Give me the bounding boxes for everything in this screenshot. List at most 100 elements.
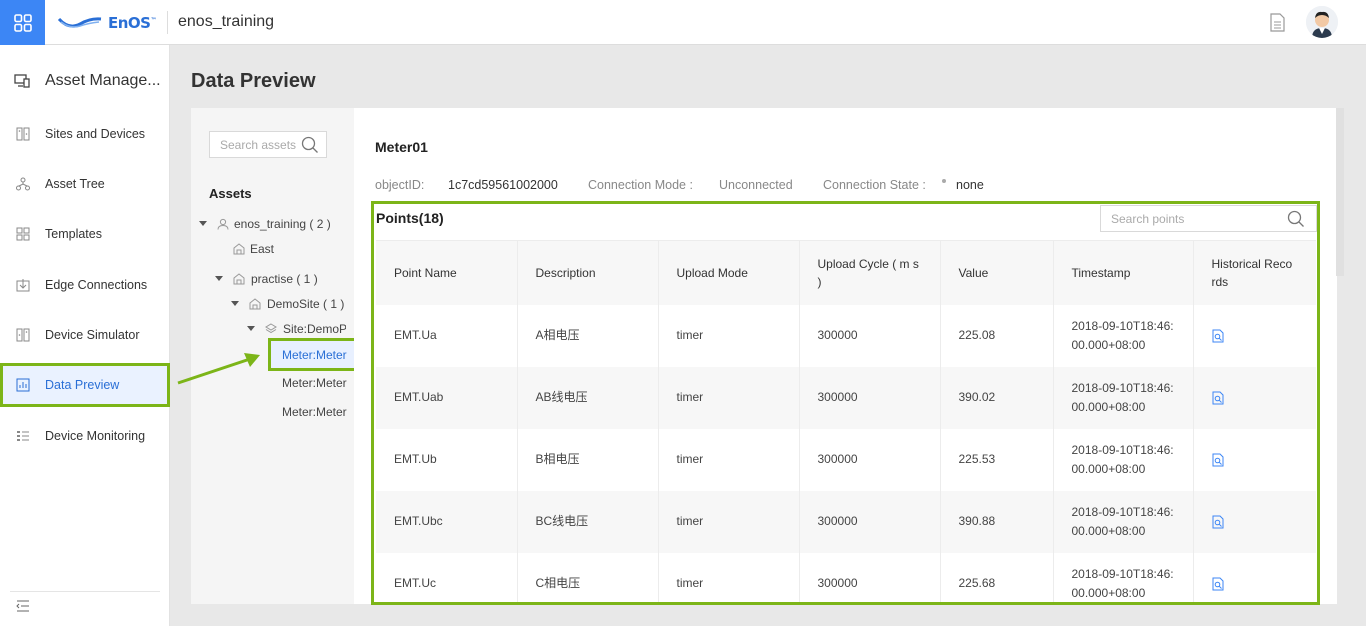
search-icon[interactable] <box>1287 210 1305 228</box>
sidebar-item-device-simulator[interactable]: Device Simulator <box>0 313 170 357</box>
timestamp-line: 00.000+08:00 <box>1071 523 1146 538</box>
point-name: EMT.Ua <box>376 304 518 367</box>
tree-node-practise[interactable]: practise ( 1 ) <box>215 271 345 289</box>
points-table: Point Name Description Upload Mode Uploa… <box>376 240 1316 603</box>
column-header-description[interactable]: Description <box>517 240 659 305</box>
building-icon <box>249 298 261 310</box>
tree-node-enos-training[interactable]: enos_training ( 2 ) <box>199 216 349 234</box>
timestamp: 2018-09-10T18:46: 00.000+08:00 <box>1053 490 1194 553</box>
upload-cycle: 300000 <box>799 490 941 553</box>
column-header-timestamp[interactable]: Timestamp <box>1053 240 1194 305</box>
caret-down-icon[interactable] <box>231 301 239 306</box>
historical-records-cell <box>1193 553 1316 603</box>
collapse-sidebar-icon[interactable] <box>16 600 30 612</box>
timestamp-line: 00.000+08:00 <box>1071 461 1146 476</box>
tree-node-meter-selected[interactable]: Meter:Meter <box>268 338 359 371</box>
enos-logo[interactable]: EnOS™ <box>58 12 156 34</box>
sidebar-section-asset-management[interactable]: Asset Manage... <box>0 63 170 99</box>
timestamp-line: 00.000+08:00 <box>1071 399 1146 414</box>
tree-node-demosite[interactable]: DemoSite ( 1 ) <box>231 296 351 314</box>
timestamp: 2018-09-10T18:46: 00.000+08:00 <box>1053 366 1194 429</box>
point-description: AB线电压 <box>517 366 659 429</box>
tree-node-site-demo[interactable]: Site:DemoPr <box>247 321 346 339</box>
avatar-icon <box>1306 6 1338 38</box>
grid-icon <box>13 13 32 32</box>
device-name: Meter01 <box>375 139 428 155</box>
tree-node-meter[interactable]: Meter:Meter <box>282 376 347 390</box>
point-name: EMT.Ub <box>376 428 518 491</box>
status-dot <box>942 179 946 183</box>
sidebar-item-data-preview[interactable]: Data Preview <box>0 363 170 407</box>
points-search-input[interactable] <box>1101 206 1281 231</box>
historical-records-cell <box>1193 429 1316 491</box>
points-search-box[interactable] <box>1100 205 1317 232</box>
search-icon[interactable] <box>301 136 319 154</box>
column-header-upload-mode[interactable]: Upload Mode <box>658 240 800 305</box>
upload-mode: timer <box>658 428 800 491</box>
sidebar-item-asset-tree[interactable]: Asset Tree <box>0 162 170 206</box>
point-description: BC线电压 <box>517 490 659 553</box>
tree-icon <box>16 177 30 191</box>
column-header-historical-records[interactable]: Historical Reco rds <box>1193 240 1316 305</box>
tree-node-label: practise ( 1 ) <box>251 272 318 286</box>
sidebar-section-title: Asset Manage... <box>45 72 161 89</box>
column-header-value[interactable]: Value <box>940 240 1054 305</box>
sidebar-item-label: Device Monitoring <box>45 429 146 443</box>
user-icon <box>217 218 229 230</box>
point-description: A相电压 <box>517 304 659 367</box>
timestamp-line: 2018-09-10T18:46: <box>1071 504 1174 519</box>
edge-icon <box>16 279 30 292</box>
column-header-point-name[interactable]: Point Name <box>376 240 518 305</box>
points-title: Points(18) <box>376 210 444 226</box>
tree-node-label: DemoSite ( 1 ) <box>267 297 345 311</box>
sidebar-item-sites-and-devices[interactable]: Sites and Devices <box>0 112 170 156</box>
tree-node-label: Meter:Meter <box>282 348 347 362</box>
sidebar-item-device-monitoring[interactable]: Device Monitoring <box>0 414 170 458</box>
scrollbar[interactable] <box>1336 108 1344 276</box>
history-search-icon[interactable] <box>1212 453 1224 467</box>
sidebar-item-label: Templates <box>45 227 102 241</box>
tree-node-label: enos_training ( 2 ) <box>234 217 331 231</box>
tree-node-meter[interactable]: Meter:Meter <box>282 405 347 419</box>
historical-records-cell <box>1193 490 1316 553</box>
chart-icon <box>16 378 30 392</box>
document-icon[interactable] <box>1269 13 1286 32</box>
history-search-icon[interactable] <box>1212 391 1224 405</box>
table-row: EMT.Ua A相电压 timer 300000 225.08 2018-09-… <box>376 304 1316 367</box>
building-icon <box>233 243 245 255</box>
object-id-value: 1c7cd59561002000 <box>448 178 558 192</box>
point-description: B相电压 <box>517 428 659 491</box>
sidebar-item-templates[interactable]: Templates <box>0 212 170 256</box>
app-grid-button[interactable] <box>0 0 45 45</box>
timestamp-line: 2018-09-10T18:46: <box>1071 566 1174 581</box>
historical-records-cell <box>1193 305 1316 367</box>
history-search-icon[interactable] <box>1212 515 1224 529</box>
point-value: 390.02 <box>940 366 1054 429</box>
column-header-upload-cycle[interactable]: Upload Cycle ( m s ) <box>799 240 941 305</box>
caret-down-icon[interactable] <box>215 276 223 281</box>
header-divider <box>167 11 168 34</box>
point-value: 390.88 <box>940 490 1054 553</box>
timestamp-line: 2018-09-10T18:46: <box>1071 318 1174 333</box>
asset-search-input[interactable] <box>210 132 300 157</box>
asset-search-box[interactable] <box>209 131 327 158</box>
tree-node-label: East <box>250 242 275 256</box>
user-avatar[interactable] <box>1306 6 1338 38</box>
upload-mode: timer <box>658 304 800 367</box>
upload-mode: timer <box>658 552 800 602</box>
caret-down-icon[interactable] <box>199 221 207 226</box>
point-name: EMT.Uab <box>376 366 518 429</box>
caret-down-icon[interactable] <box>247 326 255 331</box>
sidebar-item-label: Sites and Devices <box>45 127 146 141</box>
history-search-icon[interactable] <box>1212 329 1224 343</box>
connection-mode-value: Unconnected <box>719 178 793 192</box>
app-title: enos_training <box>178 13 275 30</box>
page-title: Data Preview <box>191 70 316 92</box>
tree-node-east[interactable]: East <box>217 241 337 259</box>
sidebar-item-edge-connections[interactable]: Edge Connections <box>0 263 170 307</box>
history-search-icon[interactable] <box>1212 577 1224 591</box>
simulator-icon <box>16 328 30 342</box>
annotation-arrow <box>177 353 260 385</box>
timestamp-line: 2018-09-10T18:46: <box>1071 380 1174 395</box>
connection-state-value: none <box>956 178 984 192</box>
